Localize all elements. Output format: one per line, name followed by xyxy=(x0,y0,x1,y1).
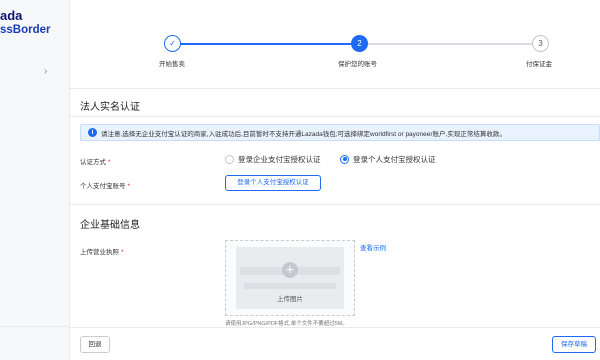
step-1-check-icon: ✓ xyxy=(164,35,181,52)
radio-enterprise-label: 登录企业支付宝授权认证 xyxy=(238,155,321,164)
back-button[interactable]: 回退 xyxy=(80,336,110,353)
brand-logo-line1: ada xyxy=(0,8,23,23)
radio-personal-alipay[interactable]: 登录个人支付宝授权认证 xyxy=(340,154,436,166)
info-icon: i xyxy=(88,128,97,137)
chevron-right-icon[interactable]: › xyxy=(44,66,47,77)
step-3-label: 付保证金 xyxy=(526,61,552,68)
notice-banner: i 请注意,选择无企业支付宝认证的商家,入驻成功后,目前暂时不支持开通Lazad… xyxy=(80,124,600,141)
sidebar-divider xyxy=(0,326,70,327)
sidebar: ada ssBorder › xyxy=(0,0,70,360)
auth-method-label: 认证方式 * xyxy=(80,159,111,166)
step-3-circle: 3 xyxy=(532,35,549,52)
section-title-legal: 法人实名认证 xyxy=(80,102,140,113)
alipay-account-label: 个人支付宝账号 * xyxy=(80,183,131,190)
step-2-circle: 2 xyxy=(351,35,368,52)
upload-hint: 请使用JPG/PNG/PDF格式,单个文件不要超过5M。 xyxy=(225,321,348,327)
divider xyxy=(70,88,600,89)
plus-icon[interactable]: + xyxy=(282,262,298,278)
brand-logo-line2: ssBorder xyxy=(0,24,51,36)
personal-alipay-auth-button[interactable]: 登录个人支付宝授权认证 xyxy=(225,175,321,191)
divider xyxy=(70,116,600,117)
step-1-label: 开始售卖 xyxy=(159,61,185,68)
notice-text: 请注意,选择无企业支付宝认证的商家,入驻成功后,目前暂时不支持开通Lazada钱… xyxy=(101,131,506,138)
view-example-link[interactable]: 查看示例 xyxy=(360,242,386,252)
section-title-enterprise: 企业基础信息 xyxy=(80,220,140,231)
main-content: ✓ 2 3 开始售卖 保护您的账号 付保证金 法人实名认证 i 请注意,选择无企… xyxy=(70,0,600,360)
divider xyxy=(70,204,600,205)
radio-personal-label: 登录个人支付宝授权认证 xyxy=(353,155,436,164)
stepper-line-completed xyxy=(180,43,352,45)
upload-placeholder: + 上传图片 xyxy=(236,247,344,309)
upload-image-label: 上传图片 xyxy=(277,296,303,303)
save-draft-button[interactable]: 保存草稿 xyxy=(552,336,596,353)
placeholder-bar xyxy=(244,283,336,289)
footer-bar: 回退 保存草稿 xyxy=(70,327,600,360)
radio-circle-icon[interactable] xyxy=(225,154,234,164)
radio-selected-icon[interactable] xyxy=(340,154,349,164)
radio-enterprise-alipay[interactable]: 登录企业支付宝授权认证 xyxy=(225,154,321,166)
license-upload-area[interactable]: + 上传图片 xyxy=(225,240,355,316)
step-2-label: 保护您的账号 xyxy=(338,61,377,68)
business-license-label: 上传营业执照 * xyxy=(80,249,124,256)
stepper-line-pending xyxy=(368,43,532,45)
